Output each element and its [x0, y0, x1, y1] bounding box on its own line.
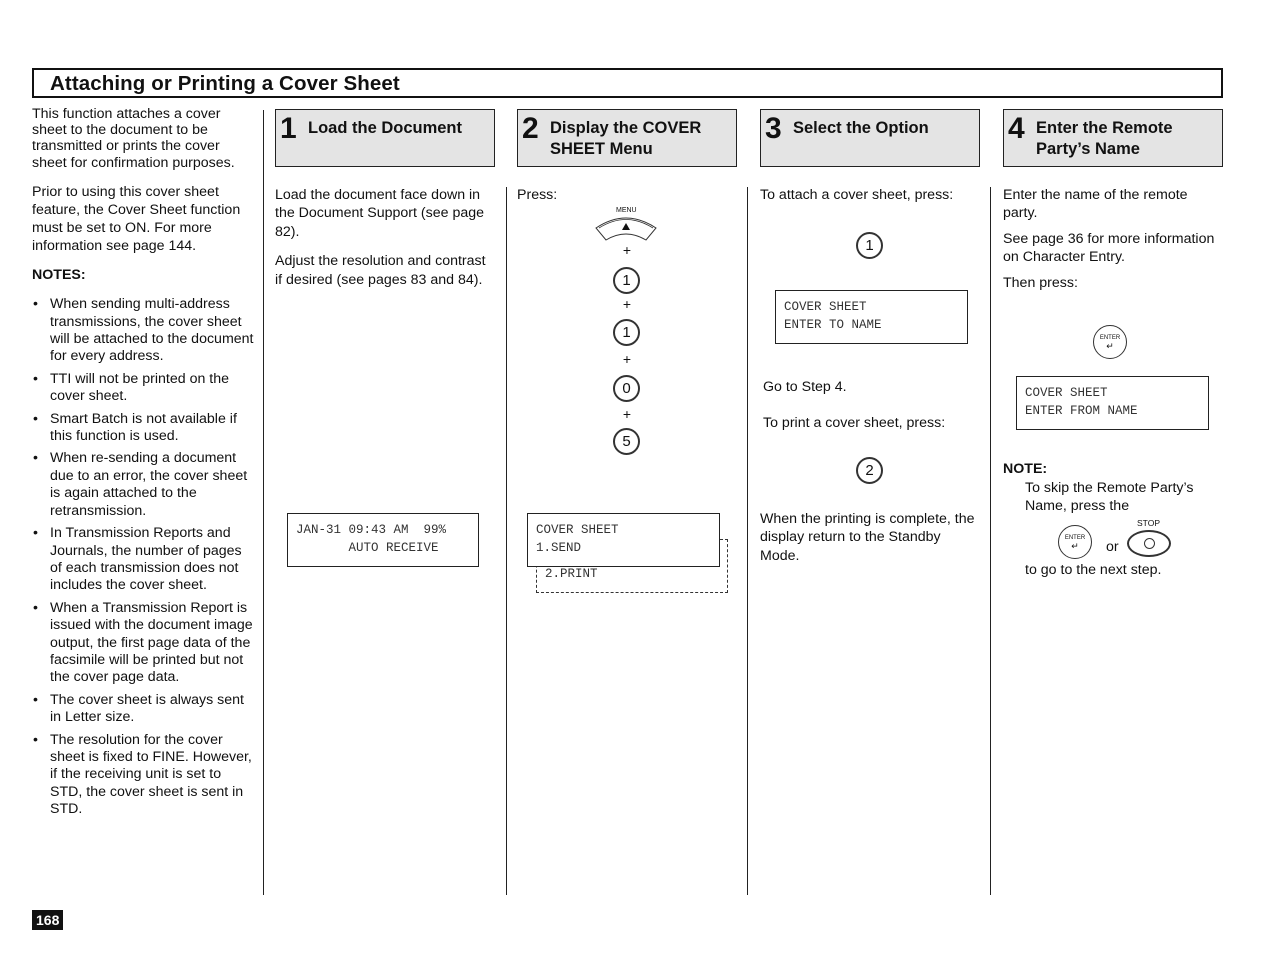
lcd-hidden-line: 2.PRINT	[545, 567, 598, 581]
step-3-header: 3 Select the Option	[760, 109, 980, 167]
menu-key-label: MENU	[616, 207, 637, 214]
intro-paragraph: This function attaches a cover sheet to …	[32, 106, 235, 171]
step-number: 4	[1008, 112, 1025, 145]
step-2-header: 2 Display the COVER SHEET Menu	[517, 109, 737, 167]
step-title: Select the Option	[793, 119, 929, 137]
keypad-key-1[interactable]: 1	[613, 319, 640, 346]
notes-heading: NOTES:	[32, 266, 86, 283]
lcd-line: ENTER FROM NAME	[1025, 403, 1138, 418]
lcd-line: 1.SEND	[536, 540, 582, 555]
note-item: The resolution for the cover sheet is fi…	[32, 732, 254, 819]
enter-arrow-icon: ↵	[1071, 540, 1079, 551]
column-divider	[747, 187, 748, 895]
step-1-body: Load the document face down in the Docum…	[275, 186, 493, 300]
lcd-line: ENTER TO NAME	[784, 317, 882, 332]
step-4-paragraph: See page 36 for more information on Char…	[1003, 230, 1215, 266]
step-number: 1	[280, 112, 297, 145]
enter-key[interactable]: ENTER ↵	[1058, 525, 1092, 559]
note-tail: to go to the next step.	[1025, 562, 1162, 578]
plus-sign: +	[622, 351, 632, 367]
step-title: Enter the Remote Party’s Name	[1036, 119, 1173, 158]
step-number: 3	[765, 112, 782, 145]
step-4-paragraph: Enter the name of the remote party.	[1003, 187, 1188, 222]
note-heading: NOTE:	[1003, 461, 1048, 477]
note-item: When re-sending a document due to an err…	[32, 450, 254, 520]
keypad-key-5[interactable]: 5	[613, 428, 640, 455]
menu-key-shape	[595, 217, 657, 241]
note-item: The cover sheet is always sent in Letter…	[32, 692, 254, 727]
note-item: TTI will not be printed on the cover she…	[32, 371, 254, 406]
page-number: 168	[32, 910, 64, 930]
lcd-display-cover-sheet-menu: COVER SHEET 1.SEND	[527, 513, 720, 567]
page-title: Attaching or Printing a Cover Sheet	[50, 72, 400, 95]
press-label: Press:	[517, 187, 558, 203]
note-item: When a Transmission Report is issued wit…	[32, 600, 254, 687]
plus-sign: +	[622, 296, 632, 312]
print-text: To print a cover sheet, press:	[763, 415, 946, 431]
column-divider	[263, 110, 264, 895]
note-item: Smart Batch is not available if this fun…	[32, 411, 254, 446]
keypad-key-1[interactable]: 1	[613, 267, 640, 294]
lcd-display-enter-to-name: COVER SHEET ENTER TO NAME	[775, 290, 968, 344]
step-1-header: 1 Load the Document	[275, 109, 495, 167]
step-number: 2	[522, 112, 539, 145]
step-4-paragraph: Then press:	[1003, 274, 1078, 291]
lcd-line: COVER SHEET	[536, 523, 619, 537]
step-1-paragraph: Load the document face down in the Docum…	[275, 187, 485, 240]
stop-icon	[1143, 538, 1155, 549]
keypad-key-2[interactable]: 2	[856, 457, 883, 484]
step-4-header: 4 Enter the Remote Party’s Name	[1003, 109, 1223, 167]
lcd-line: COVER SHEET	[784, 300, 867, 314]
or-text: or	[1106, 539, 1119, 555]
lcd-display-standby: JAN-31 09:43 AM 99% AUTO RECEIVE	[287, 513, 479, 567]
keypad-key-1[interactable]: 1	[856, 232, 883, 259]
stop-key-label: STOP	[1137, 518, 1160, 528]
plus-sign: +	[622, 406, 632, 422]
note-item: In Transmission Reports and Journals, th…	[32, 525, 254, 595]
complete-text: When the printing is complete, the displ…	[760, 511, 975, 564]
attach-text: To attach a cover sheet, press:	[760, 187, 954, 203]
menu-key[interactable]	[594, 214, 658, 244]
step-title: Display the COVER SHEET Menu	[550, 119, 702, 158]
stop-key[interactable]	[1127, 530, 1171, 557]
note-item: When sending multi-address transmissions…	[32, 296, 254, 366]
enter-arrow-icon: ↵	[1106, 340, 1114, 351]
lcd-display-enter-from-name: COVER SHEET ENTER FROM NAME	[1016, 376, 1209, 430]
lcd-line: AUTO RECEIVE	[296, 540, 439, 555]
enter-key[interactable]: ENTER ↵	[1093, 325, 1127, 359]
step-1-paragraph: Adjust the resolution and contrast if de…	[275, 253, 486, 288]
goto-step-text: Go to Step 4.	[763, 379, 847, 395]
plus-sign: +	[622, 242, 632, 258]
step-4-body: Enter the name of the remote party. See …	[1003, 186, 1223, 303]
intro-paragraph: Prior to using this cover sheet feature,…	[32, 183, 241, 254]
page-title-box: Attaching or Printing a Cover Sheet	[32, 68, 1223, 98]
column-divider	[506, 187, 507, 895]
column-divider	[990, 187, 991, 895]
notes-list: When sending multi-address transmissions…	[32, 296, 254, 818]
keypad-key-0[interactable]: 0	[613, 375, 640, 402]
note-text: To skip the Remote Party’s Name, press t…	[1025, 480, 1194, 515]
step-title: Load the Document	[308, 119, 463, 137]
lcd-line: COVER SHEET	[1025, 386, 1108, 400]
lcd-line: JAN-31 09:43 AM 99%	[296, 523, 447, 537]
intro-column: This function attaches a cover sheet to …	[32, 106, 254, 824]
